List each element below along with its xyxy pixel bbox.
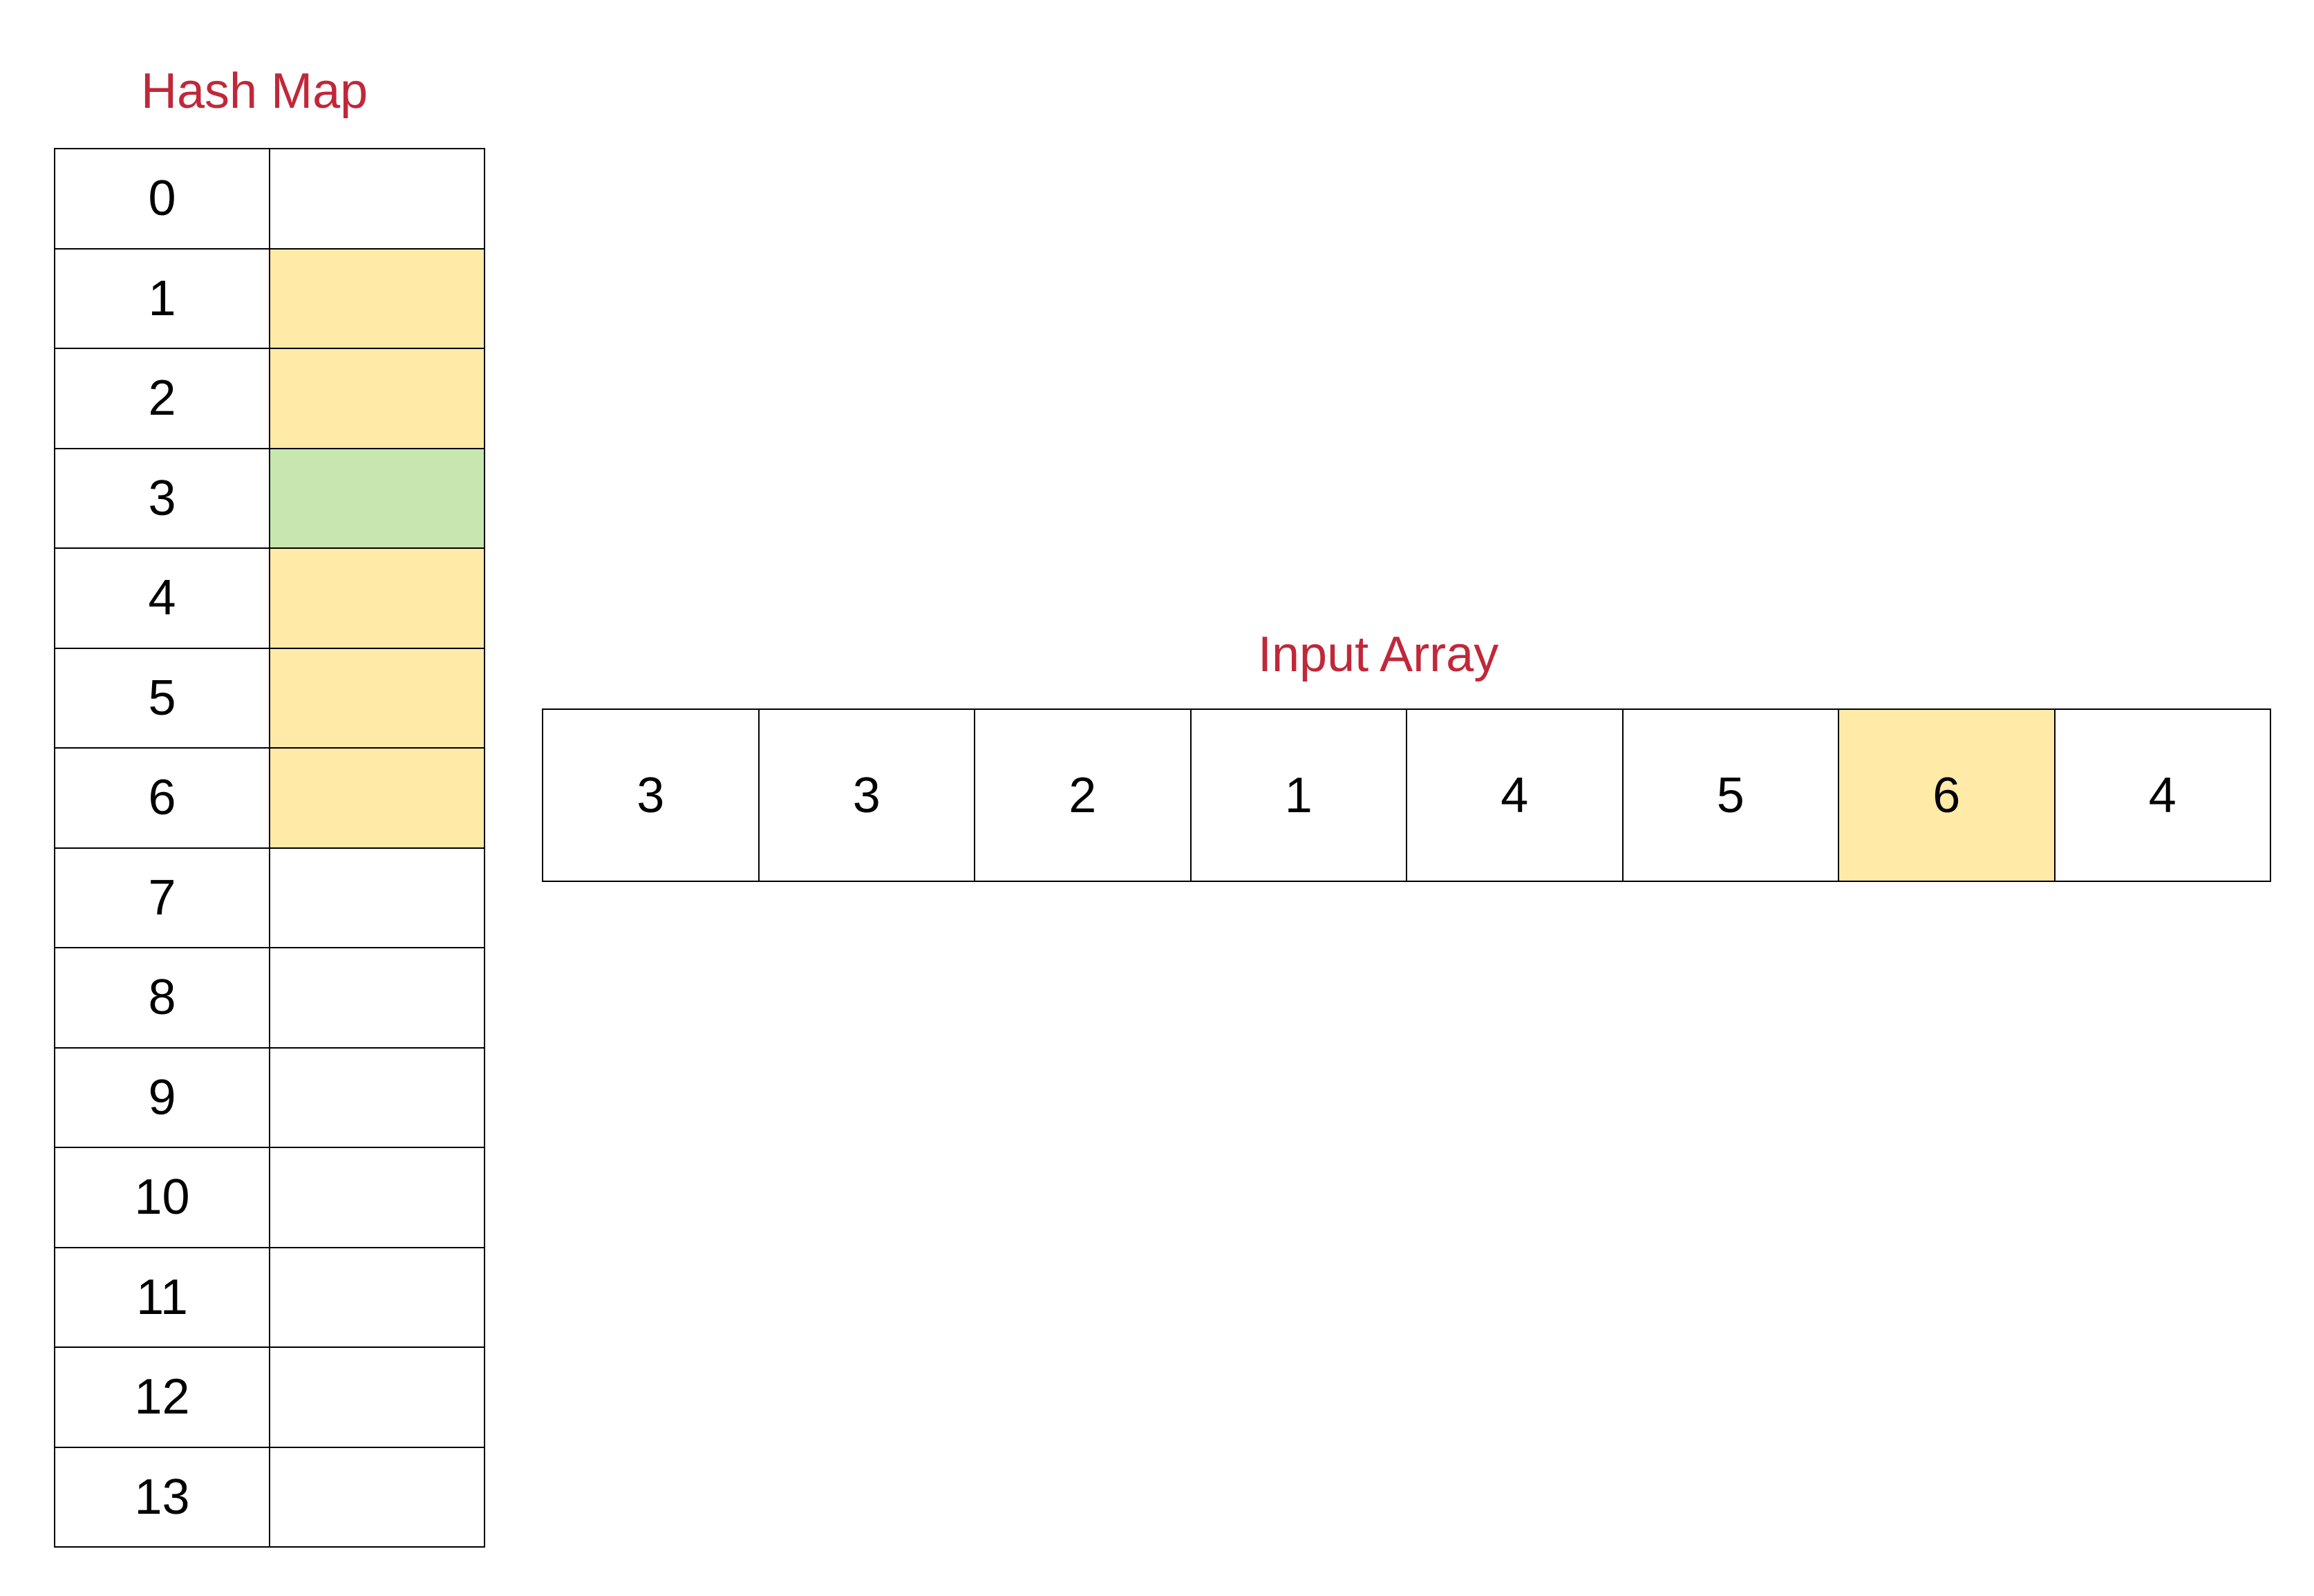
- hash-map-slot: [270, 948, 485, 1049]
- hash-map-row: 5: [55, 648, 485, 749]
- hash-map-slot: [270, 1048, 485, 1148]
- hash-map-row: 7: [55, 848, 485, 948]
- hash-map-row: 10: [55, 1148, 485, 1248]
- hash-map-title: Hash Map: [141, 64, 368, 119]
- hash-map-row: 1: [55, 249, 485, 349]
- hash-map-index: 13: [55, 1447, 270, 1548]
- hash-map-slot: [270, 1348, 485, 1448]
- input-array-cell: 6: [1839, 710, 2056, 882]
- hash-map-index: 10: [55, 1148, 270, 1248]
- input-array-title: Input Array: [1258, 627, 1499, 682]
- hash-map-index: 11: [55, 1248, 270, 1348]
- input-array-cell: 3: [759, 710, 975, 882]
- hash-map-row: 8: [55, 948, 485, 1049]
- hash-map-slot: [270, 449, 485, 549]
- hash-map-index: 7: [55, 848, 270, 948]
- hash-map-slot: [270, 149, 485, 250]
- hash-map-index: 0: [55, 149, 270, 250]
- hash-map-index: 2: [55, 349, 270, 449]
- hash-map-index: 8: [55, 948, 270, 1049]
- input-array-cell: 4: [2055, 710, 2271, 882]
- input-array-cell: 3: [543, 710, 760, 882]
- hash-map-slot: [270, 349, 485, 449]
- hash-map-row: 12: [55, 1348, 485, 1448]
- hash-map-table: 0 1 2 3 4 5 6 7 8 9 10 11 12 13: [54, 148, 485, 1548]
- hash-map-slot: [270, 1148, 485, 1248]
- hash-map-index: 1: [55, 249, 270, 349]
- hash-map-row: 2: [55, 349, 485, 449]
- hash-map-index: 12: [55, 1348, 270, 1448]
- hash-map-row: 9: [55, 1048, 485, 1148]
- hash-map-slot: [270, 249, 485, 349]
- hash-map-index: 3: [55, 449, 270, 549]
- hash-map-slot: [270, 848, 485, 948]
- hash-map-slot: [270, 749, 485, 849]
- hash-map-row: 11: [55, 1248, 485, 1348]
- hash-map-slot: [270, 549, 485, 649]
- input-array-cell: 5: [1623, 710, 1839, 882]
- input-array-cell: 1: [1191, 710, 1407, 882]
- hash-map-index: 5: [55, 648, 270, 749]
- input-array-cell: 4: [1407, 710, 1624, 882]
- hash-map-slot: [270, 1248, 485, 1348]
- hash-map-index: 9: [55, 1048, 270, 1148]
- input-array-cell: 2: [975, 710, 1192, 882]
- hash-map-index: 4: [55, 549, 270, 649]
- hash-map-row: 13: [55, 1447, 485, 1548]
- hash-map-index: 6: [55, 749, 270, 849]
- hash-map-row: 0: [55, 149, 485, 250]
- hash-map-row: 6: [55, 749, 485, 849]
- hash-map-row: 3: [55, 449, 485, 549]
- hash-map-row: 4: [55, 549, 485, 649]
- input-array: 33214564: [542, 708, 2271, 882]
- hash-map-slot: [270, 648, 485, 749]
- hash-map-slot: [270, 1447, 485, 1548]
